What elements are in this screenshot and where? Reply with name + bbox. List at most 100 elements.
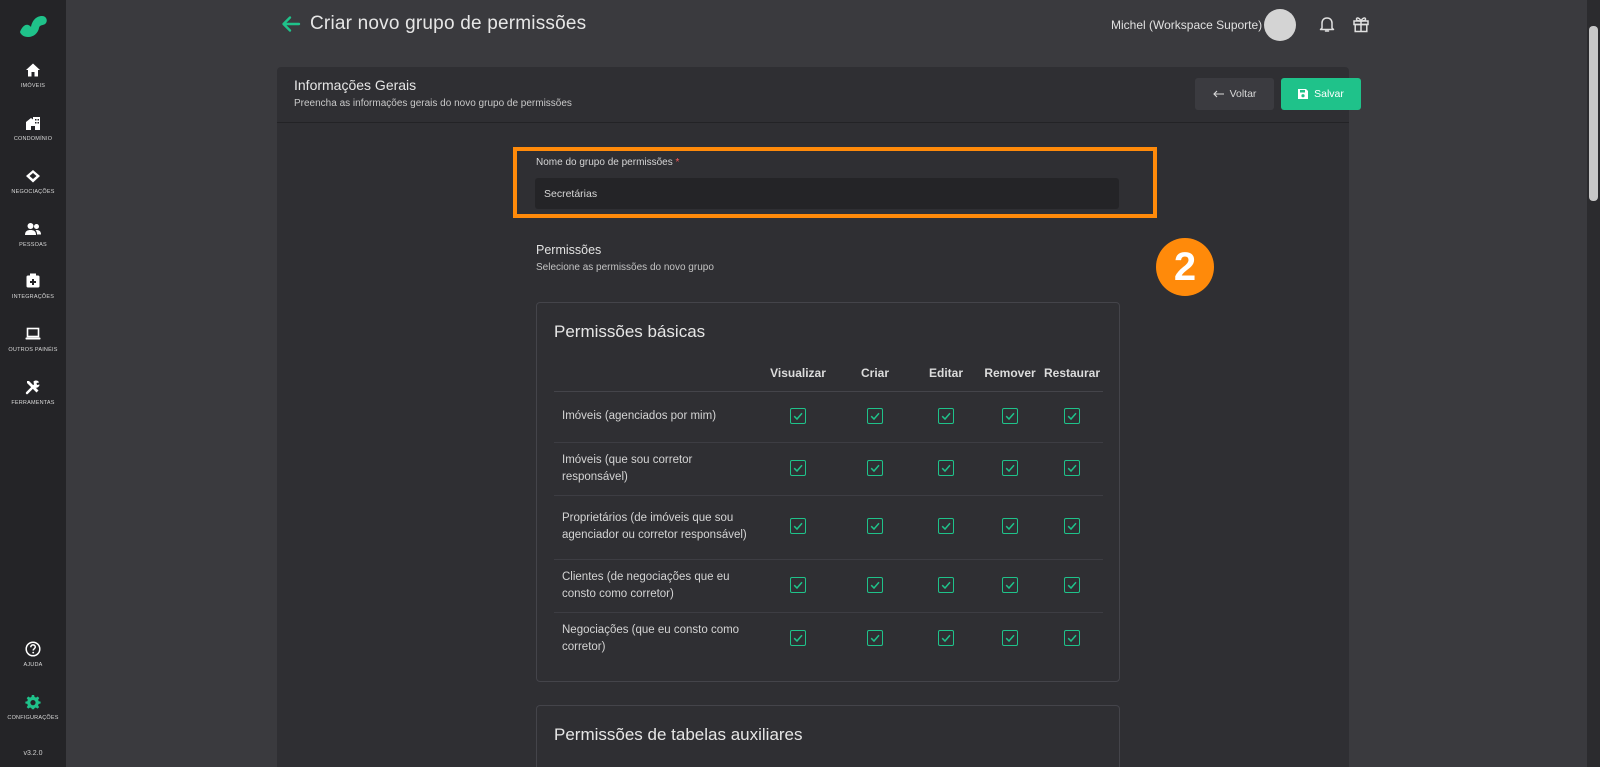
check-icon <box>793 634 803 643</box>
aux-permissions-title: Permissões de tabelas auxiliares <box>554 725 803 744</box>
avatar[interactable] <box>1264 9 1296 41</box>
check-icon <box>1005 523 1015 531</box>
permission-checkbox[interactable] <box>1002 459 1018 476</box>
permission-checkbox[interactable] <box>790 576 806 593</box>
column-header: Editar <box>913 356 979 392</box>
permission-cell <box>913 495 979 560</box>
permission-row-label: Clientes (de negociações que eu consto c… <box>554 559 759 613</box>
permission-checkbox[interactable] <box>790 629 806 646</box>
gift-icon[interactable] <box>1352 15 1370 33</box>
page-title: Criar novo grupo de permissões <box>310 13 587 34</box>
permission-cell <box>837 559 913 613</box>
column-header: Restaurar <box>1041 356 1103 392</box>
permission-cell <box>837 495 913 560</box>
app-version: v3.2.0 <box>23 750 43 757</box>
check-icon <box>1067 634 1077 643</box>
permission-checkbox[interactable] <box>938 407 954 424</box>
check-icon <box>941 523 951 531</box>
permission-cell <box>979 559 1041 613</box>
name-field-label-text: Nome do grupo de permissões <box>536 157 673 168</box>
required-mark: * <box>675 157 680 168</box>
sidebar-item-pessoas[interactable]: Pessoas <box>0 221 66 269</box>
table-row: Clientes (de negociações que eu consto c… <box>554 559 1103 613</box>
permission-checkbox[interactable] <box>790 518 806 535</box>
permission-checkbox[interactable] <box>1064 629 1080 646</box>
aux-permissions-box: Permissões de tabelas auxiliares <box>536 705 1120 767</box>
scrollbar-thumb[interactable] <box>1589 26 1598 201</box>
check-icon <box>941 464 951 473</box>
sidebar-item-label: Ajuda <box>23 662 43 668</box>
permission-checkbox[interactable] <box>1064 518 1080 535</box>
sidebar-item-integracoes[interactable]: Integrações <box>0 273 66 321</box>
permission-checkbox[interactable] <box>867 518 883 535</box>
basic-permissions-box: Permissões básicas Visualizar Criar Edit… <box>536 302 1120 682</box>
help-icon <box>25 641 41 657</box>
check-icon <box>1005 581 1015 590</box>
permission-checkbox[interactable] <box>867 576 883 593</box>
permission-row-label: Negociações (que eu consto como corretor… <box>562 623 740 653</box>
sidebar-item-configuracoes[interactable]: Configurações <box>0 694 66 742</box>
permission-checkbox[interactable] <box>1064 407 1080 424</box>
home-icon <box>26 63 40 77</box>
permission-checkbox[interactable] <box>938 576 954 593</box>
column-header-empty <box>554 356 759 392</box>
permission-cell <box>979 495 1041 560</box>
permission-checkbox[interactable] <box>867 407 883 424</box>
card-title: Informações Gerais <box>294 77 417 93</box>
table-row: Proprietários (de imóveis que sou agenci… <box>554 495 1103 560</box>
sidebar-item-label: Negociações <box>11 189 55 195</box>
table-row: Negociações (que eu consto como corretor… <box>554 612 1103 665</box>
sidebar-item-ajuda[interactable]: Ajuda <box>0 641 66 689</box>
table-row: Imóveis (que sou corretor responsável) <box>554 442 1103 496</box>
permission-checkbox[interactable] <box>938 629 954 646</box>
sidebar-item-condominio[interactable]: Condomínio <box>0 115 66 163</box>
tools-icon <box>25 380 40 395</box>
save-icon <box>1298 89 1309 99</box>
check-icon <box>1005 464 1015 473</box>
permission-checkbox[interactable] <box>938 459 954 476</box>
permission-checkbox[interactable] <box>790 407 806 424</box>
permission-cell <box>913 612 979 665</box>
user-name[interactable]: Michel (Workspace Suporte) <box>1111 18 1262 32</box>
sidebar-item-outros-paineis[interactable]: Outros painéis <box>0 326 66 374</box>
permission-row-label: Imóveis (agenciados por mim) <box>554 391 759 443</box>
card-subtitle: Preencha as informações gerais do novo g… <box>294 98 572 109</box>
permission-checkbox[interactable] <box>1064 459 1080 476</box>
sidebar-item-label: Configurações <box>7 715 59 721</box>
check-icon <box>941 634 951 643</box>
sidebar-item-label: Outros painéis <box>8 347 58 353</box>
permission-checkbox[interactable] <box>1002 576 1018 593</box>
table-header-row: Visualizar Criar Editar Remover Restaura… <box>554 356 1103 392</box>
permission-row-label: Proprietários (de imóveis que sou agenci… <box>554 495 759 560</box>
card-header: Informações Gerais Preencha as informaçõ… <box>277 67 1361 123</box>
permission-checkbox[interactable] <box>867 629 883 646</box>
save-button-label: Salvar <box>1314 88 1344 100</box>
people-icon <box>25 223 41 235</box>
permission-checkbox[interactable] <box>867 459 883 476</box>
permission-checkbox[interactable] <box>938 518 954 535</box>
check-icon <box>793 523 803 531</box>
permission-checkbox[interactable] <box>790 459 806 476</box>
back-arrow-icon[interactable] <box>280 13 302 35</box>
permission-checkbox[interactable] <box>1064 576 1080 593</box>
permissions-table: Visualizar Criar Editar Remover Restaura… <box>554 356 1103 665</box>
permission-cell <box>1041 442 1103 496</box>
save-button[interactable]: Salvar <box>1281 78 1361 110</box>
sidebar-item-imoveis[interactable]: Imóveis <box>0 62 66 110</box>
group-name-input[interactable] <box>535 178 1119 209</box>
table-row: Imóveis (agenciados por mim) <box>554 391 1103 443</box>
permission-cell <box>1041 391 1103 443</box>
step-badge: 2 <box>1156 238 1214 296</box>
sidebar-item-ferramentas[interactable]: Ferramentas <box>0 379 66 427</box>
sidebar-item-negociacoes[interactable]: Negociações <box>0 168 66 216</box>
permission-checkbox[interactable] <box>1002 629 1018 646</box>
permission-cell <box>913 391 979 443</box>
bell-icon[interactable] <box>1318 15 1336 33</box>
back-button[interactable]: Voltar <box>1195 78 1274 110</box>
permission-checkbox[interactable] <box>1002 518 1018 535</box>
logo-icon[interactable] <box>17 10 49 40</box>
name-field-label: Nome do grupo de permissões * <box>536 157 679 168</box>
check-icon <box>1067 581 1077 590</box>
permission-cell <box>1041 612 1103 665</box>
permission-checkbox[interactable] <box>1002 407 1018 424</box>
